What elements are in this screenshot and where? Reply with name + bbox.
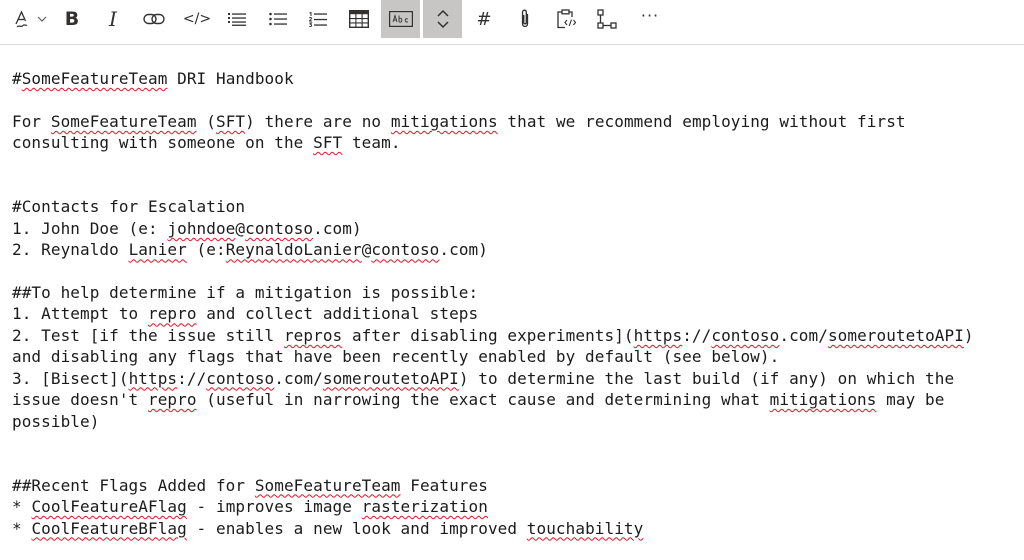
spelling-error: mitigations bbox=[390, 111, 498, 131]
line-4: consulting with someone on the SFT team. bbox=[12, 133, 401, 153]
quote-button[interactable] bbox=[225, 0, 249, 38]
line-3: For SomeFeatureTeam (SFT) there are no m… bbox=[12, 111, 906, 131]
line-1: #SomeFeatureTeam DRI Handbook bbox=[12, 69, 294, 88]
table-icon bbox=[349, 10, 369, 28]
spelling-error: mitigations bbox=[769, 390, 877, 410]
line-15: 3. [Bisect](https://contoso.com/somerout… bbox=[12, 368, 955, 388]
spelling-error: someroutetoAPI bbox=[322, 368, 459, 388]
spelling-error: touchability bbox=[526, 518, 644, 538]
heading-button[interactable]: # bbox=[472, 0, 496, 38]
clipboard-code-icon bbox=[557, 9, 576, 29]
spelling-error: repros bbox=[283, 325, 343, 345]
numbered-list-icon bbox=[309, 11, 327, 27]
spelling-error: rasterization bbox=[361, 497, 488, 517]
link-icon bbox=[143, 13, 165, 25]
spelling-error: repro bbox=[147, 304, 197, 324]
spelling-error: CoolFeatureBFlag bbox=[31, 518, 187, 538]
quote-icon bbox=[228, 13, 246, 26]
paperclip-icon bbox=[521, 9, 529, 28]
diagram-icon bbox=[597, 9, 617, 29]
spelling-error: SomeFeatureTeam bbox=[21, 69, 168, 88]
line-7: #Contacts for Escalation bbox=[12, 197, 246, 217]
spelling-error: someroutetoAPI bbox=[827, 325, 964, 345]
spelling-error: contoso bbox=[711, 325, 780, 345]
link-button[interactable] bbox=[139, 0, 169, 38]
heading-label: # bbox=[476, 8, 492, 30]
editor-text[interactable]: #SomeFeatureTeam DRI Handbook For SomeFe… bbox=[12, 68, 974, 539]
line-12: 1. Attempt to repro and collect addition… bbox=[12, 304, 479, 324]
text-format-button[interactable] bbox=[10, 0, 50, 38]
line-16: issue doesn't repro (useful in narrowing… bbox=[12, 390, 945, 410]
line-20: ##Recent Flags Added for SomeFeatureTeam… bbox=[12, 475, 488, 495]
more-options-button[interactable]: ··· bbox=[636, 0, 664, 38]
editor-toolbar: B I </> # ··· bbox=[0, 0, 1024, 45]
spelling-error: https bbox=[633, 325, 683, 345]
line-13: 2. Test [if the issue still repros after… bbox=[12, 325, 974, 345]
spelling-error: contoso bbox=[245, 218, 314, 238]
bold-button[interactable]: B bbox=[58, 0, 86, 38]
spelling-error: contoso bbox=[206, 368, 275, 388]
spelling-error: SomeFeatureTeam bbox=[254, 475, 401, 495]
spell-check-icon bbox=[388, 11, 413, 27]
table-button[interactable] bbox=[346, 0, 372, 38]
line-9: 2. Reynaldo Lanier (e:ReynaldoLanier@con… bbox=[12, 240, 488, 260]
spell-check-button[interactable] bbox=[381, 0, 420, 38]
line-8: 1. John Doe (e: johndoe@contoso.com) bbox=[12, 218, 362, 238]
bulleted-list-icon bbox=[269, 12, 287, 26]
spelling-error: contoso bbox=[371, 240, 440, 260]
attachment-button[interactable] bbox=[514, 0, 536, 38]
markdown-editor[interactable]: #SomeFeatureTeam DRI Handbook For SomeFe… bbox=[0, 45, 1024, 560]
spelling-error: SomeFeatureTeam bbox=[50, 111, 197, 131]
code-button[interactable]: </> bbox=[181, 0, 213, 38]
bold-label: B bbox=[64, 8, 80, 30]
bulleted-list-button[interactable] bbox=[266, 0, 290, 38]
spelling-error: SFT bbox=[216, 111, 246, 131]
expand-collapse-button[interactable] bbox=[423, 0, 462, 38]
spelling-error: repro bbox=[147, 390, 197, 410]
paste-code-button[interactable] bbox=[554, 0, 578, 38]
code-label: </> bbox=[182, 11, 212, 27]
spelling-error: SFT bbox=[313, 133, 343, 153]
italic-button[interactable]: I bbox=[99, 0, 127, 38]
line-21: * CoolFeatureAFlag - improves image rast… bbox=[12, 497, 488, 517]
spelling-error: johndoe bbox=[167, 218, 236, 238]
spelling-error: CoolFeatureAFlag bbox=[31, 497, 187, 517]
line-11: ##To help determine if a mitigation is p… bbox=[12, 283, 479, 303]
line-17: possible) bbox=[12, 411, 100, 431]
spelling-error: Lanier bbox=[128, 240, 187, 260]
numbered-list-button[interactable] bbox=[306, 0, 330, 38]
spelling-error: https bbox=[128, 368, 178, 388]
text-format-icon bbox=[15, 10, 47, 28]
more-options-label: ··· bbox=[640, 5, 660, 25]
expand-collapse-icon bbox=[436, 9, 449, 29]
diagram-button[interactable] bbox=[595, 0, 619, 38]
line-14: and disabling any flags that have been r… bbox=[12, 347, 780, 367]
line-22: * CoolFeatureBFlag - enables a new look … bbox=[12, 518, 644, 538]
italic-label: I bbox=[109, 7, 117, 31]
spelling-error: ReynaldoLanier bbox=[225, 240, 362, 260]
